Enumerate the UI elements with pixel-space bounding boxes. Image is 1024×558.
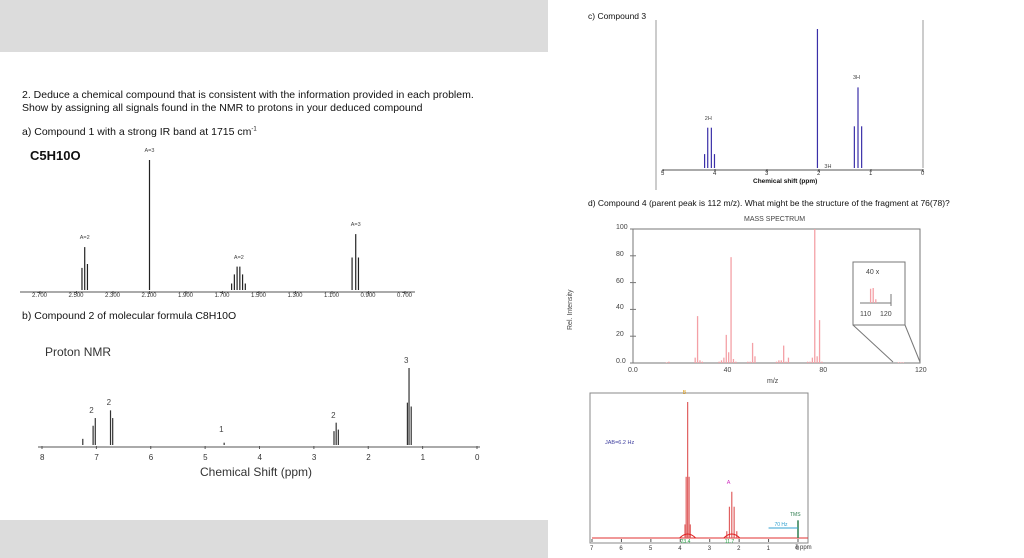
tick-label: 7 bbox=[94, 453, 99, 462]
y-tick-label: 40 bbox=[616, 304, 624, 312]
part-a-text: a) Compound 1 with a strong IR band at 1… bbox=[22, 126, 252, 138]
tick-label: 3 bbox=[707, 546, 712, 552]
tick-label: 5 bbox=[203, 453, 208, 462]
tick-label: 1.700 bbox=[214, 293, 230, 299]
part-c-heading: c) Compound 3 bbox=[588, 11, 647, 21]
tick-label: 3 bbox=[765, 171, 769, 177]
tick-label: 0 bbox=[475, 453, 480, 462]
x-axis-label: m/z bbox=[767, 378, 779, 385]
peak-annotation: 2 bbox=[89, 406, 94, 416]
x-axis-label: δ ppm bbox=[795, 545, 812, 551]
tick-label: 3 bbox=[311, 453, 317, 462]
question-text-line2: Show by assigning all signals found in t… bbox=[22, 102, 423, 114]
tick-label: 1 bbox=[766, 546, 770, 552]
spectra-canvas bbox=[20, 20, 924, 544]
tick-label: 2 bbox=[366, 453, 371, 462]
tick-label: 0.700 bbox=[397, 293, 413, 299]
inset-connector bbox=[904, 324, 921, 363]
tick-label: 2.700 bbox=[32, 293, 48, 299]
tick-label: 1 bbox=[869, 171, 873, 177]
tms-label: TMS bbox=[790, 512, 801, 519]
tick-label: 2.100 bbox=[141, 293, 157, 299]
plot-frame bbox=[589, 392, 809, 544]
peak-annotation: 2 bbox=[106, 398, 112, 408]
peak-annotation: 2 bbox=[331, 410, 336, 420]
x-tick-label: 0.0 bbox=[628, 367, 638, 374]
tick-label: 8 bbox=[40, 453, 45, 462]
tick-label: 4 bbox=[257, 453, 262, 462]
inset-connector bbox=[852, 324, 894, 363]
coupling-constant: JAB=6.2 Hz bbox=[605, 440, 635, 446]
peak-annotation: 1 bbox=[219, 425, 224, 435]
tick-label: 2 bbox=[817, 171, 821, 177]
peak-annotation: A=2 bbox=[79, 235, 90, 242]
tick-label: 6 bbox=[148, 453, 154, 462]
tick-label: 1.100 bbox=[324, 293, 340, 299]
tick-label: 2.300 bbox=[105, 293, 121, 299]
part-a-sup: -1 bbox=[251, 126, 257, 133]
mass-spectrum-title: MASS SPECTRUM bbox=[744, 216, 806, 223]
tick-label: 0 bbox=[921, 171, 925, 177]
peak-annotation: 2H bbox=[704, 115, 712, 122]
x-tick-label: 120 bbox=[915, 367, 927, 374]
inset-tick-label: 120 bbox=[880, 311, 892, 318]
y-tick-label: 20 bbox=[616, 331, 624, 339]
part-a-formula: C5H10O bbox=[30, 148, 81, 163]
tick-label: 2.500 bbox=[68, 293, 84, 299]
proton-nmr-title: Proton NMR bbox=[45, 345, 112, 359]
peak-annotation: A=2 bbox=[233, 254, 244, 261]
y-tick-label: 0.0 bbox=[616, 358, 626, 365]
peak-annotation: A=3 bbox=[144, 148, 155, 154]
tick-label: 5 bbox=[648, 546, 653, 552]
tick-label: 0.900 bbox=[360, 293, 376, 299]
tick-label: 7 bbox=[590, 546, 594, 552]
tick-label: 5 bbox=[661, 171, 665, 177]
y-tick-label: 80 bbox=[616, 250, 624, 258]
scale-label: 70 Hz bbox=[774, 522, 788, 528]
peak-annotation: A=3 bbox=[350, 222, 361, 229]
tick-label: 4 bbox=[713, 171, 717, 177]
x-tick-label: 40 bbox=[723, 367, 732, 374]
y-tick-label: 60 bbox=[616, 277, 624, 285]
x-axis-label: Chemical shift (ppm) bbox=[753, 178, 818, 185]
tick-label: 1.300 bbox=[287, 293, 303, 299]
part-a-heading: a) Compound 1 with a strong IR band at 1… bbox=[22, 126, 257, 138]
part-b-heading: b) Compound 2 of molecular formula C8H10… bbox=[22, 310, 237, 322]
tick-label: 2 bbox=[737, 546, 741, 552]
tick-label: 6 bbox=[619, 546, 623, 552]
peak-annotation: A bbox=[726, 479, 731, 486]
tick-label: 1.500 bbox=[251, 293, 267, 299]
tick-label: 1.900 bbox=[178, 293, 194, 299]
peak-annotation: B bbox=[682, 390, 687, 396]
question-text: 2. Deduce a chemical compound that is co… bbox=[22, 89, 474, 101]
part-d-heading: d) Compound 4 (parent peak is 112 m/z). … bbox=[588, 198, 950, 208]
tick-label: 1 bbox=[420, 453, 426, 462]
x-axis-label: Chemical Shift (ppm) bbox=[200, 465, 313, 479]
integral-label: 11.7 bbox=[724, 539, 735, 545]
tick-label: 4 bbox=[678, 546, 682, 552]
inset-tick-label: 110 bbox=[860, 311, 872, 318]
peak-annotation: 3H bbox=[824, 164, 832, 171]
integral-label: 23.4 bbox=[680, 539, 691, 545]
y-axis-label: Rel. Intensity bbox=[567, 289, 574, 330]
y-tick-label: 100 bbox=[616, 224, 628, 231]
peak-annotation: 3 bbox=[404, 356, 409, 365]
inset-label: 40 x bbox=[866, 269, 880, 276]
peak-annotation: 3H bbox=[853, 75, 861, 82]
x-tick-label: 80 bbox=[819, 367, 828, 374]
